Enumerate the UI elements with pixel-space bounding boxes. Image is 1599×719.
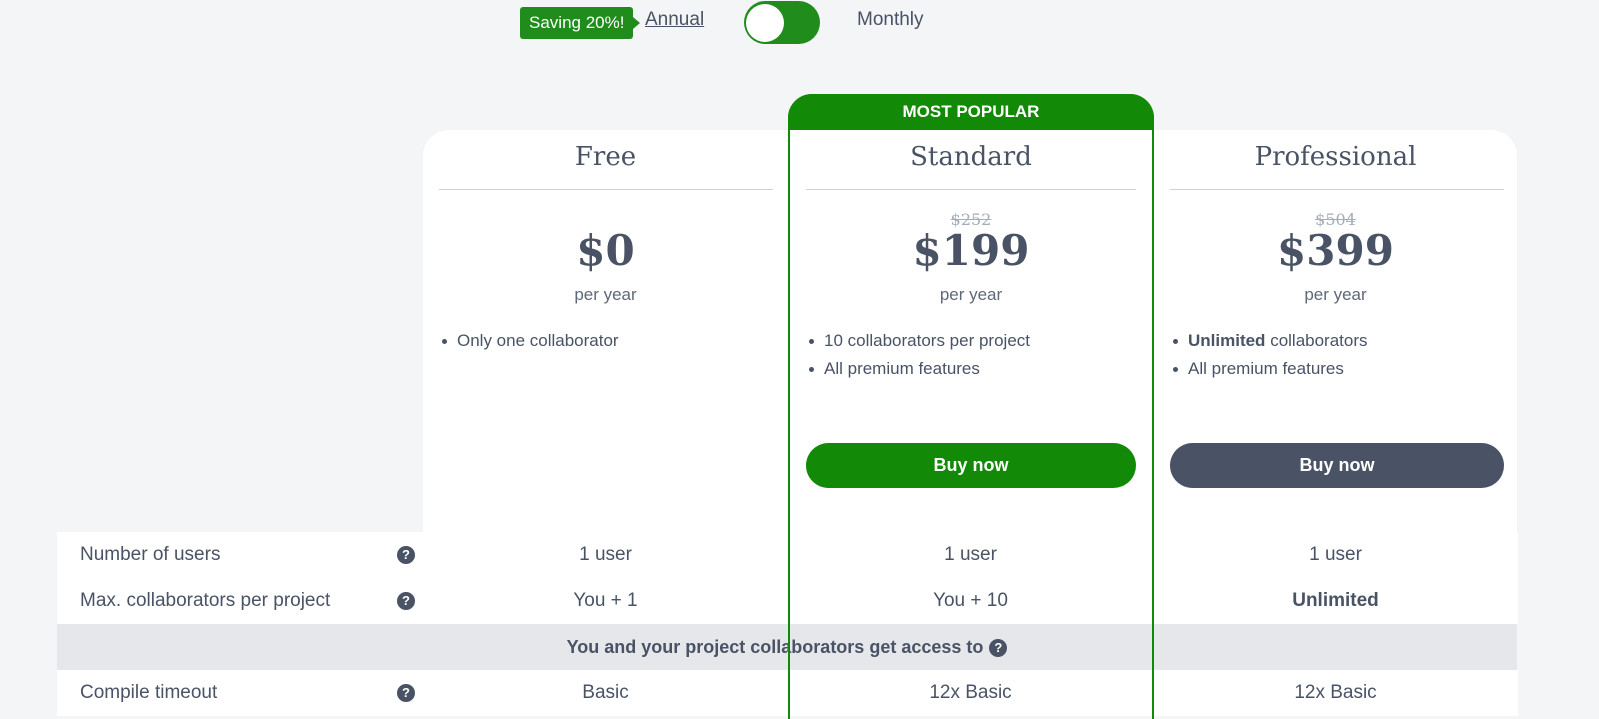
plan-standard: Standard $252 $199 per year 10 collabora… [790,130,1152,550]
row-label: Compile timeout [57,670,423,716]
table-row: Number of users ? 1 user 1 user 1 user [57,532,1518,578]
table-row: Compile timeout ? Basic 12x Basic 12x Ba… [57,670,1518,716]
section-title: You and your project collaborators get a… [566,637,984,657]
plan-professional: Professional $504 $399 per year Unlimite… [1154,130,1517,550]
section-header: You and your project collaborators get a… [57,624,1517,670]
plan-divider [1170,189,1504,190]
billing-toggle[interactable] [744,1,820,44]
table-cell: You + 10 [788,578,1153,624]
help-icon[interactable]: ? [397,684,415,702]
most-popular-banner: MOST POPULAR [788,94,1154,130]
plan-name: Free [574,142,637,172]
plan-period: per year [1304,285,1367,304]
feature-item: 10 collaborators per project [806,330,1030,358]
plan-name: Professional [1254,142,1417,172]
plan-features: Unlimited collaborators All premium feat… [1170,330,1368,386]
plan-period: per year [939,285,1003,304]
row-label: Max. collaborators per project [57,578,423,624]
annual-option[interactable]: Annual [645,9,704,31]
plan-free: Free $0 per year Only one collaborator [423,130,788,550]
feature-item: Unlimited collaborators [1170,330,1368,358]
table-row: Max. collaborators per project ? You + 1… [57,578,1518,624]
plan-price: $0 [576,226,635,275]
toggle-knob [746,4,784,42]
billing-period-switch: Saving 20%! Annual Monthly [0,0,1599,50]
plan-features: Only one collaborator [439,330,619,358]
row-label: Number of users [57,532,423,578]
plan-divider [806,189,1136,190]
table-cell: 12x Basic [1153,670,1518,716]
table-cell: You + 1 [423,578,788,624]
plan-name: Standard [910,142,1032,172]
help-icon[interactable]: ? [397,546,415,564]
buy-professional-button[interactable]: Buy now [1170,443,1504,488]
buy-standard-button[interactable]: Buy now [806,443,1136,488]
feature-bold: Unlimited [1188,331,1266,350]
plan-price: $199 [912,226,1030,275]
plan-price: $399 [1277,226,1394,275]
table-cell: 1 user [423,532,788,578]
plan-features: 10 collaborators per project All premium… [806,330,1030,386]
feature-item: All premium features [1170,358,1368,386]
help-icon[interactable]: ? [397,592,415,610]
saving-badge: Saving 20%! [520,7,641,39]
feature-item: All premium features [806,358,1030,386]
table-cell: Unlimited [1153,578,1518,624]
plan-period: per year [574,285,637,304]
help-icon[interactable]: ? [989,639,1008,658]
table-cell: 12x Basic [788,670,1153,716]
feature-text: collaborators [1270,331,1368,350]
table-cell: 1 user [1153,532,1518,578]
table-cell: Basic [423,670,788,716]
monthly-option[interactable]: Monthly [857,9,924,31]
feature-comparison-table: Number of users ? 1 user 1 user 1 user M… [57,532,1518,716]
table-cell: 1 user [788,532,1153,578]
feature-item: Only one collaborator [439,330,619,358]
plan-divider [439,189,773,190]
